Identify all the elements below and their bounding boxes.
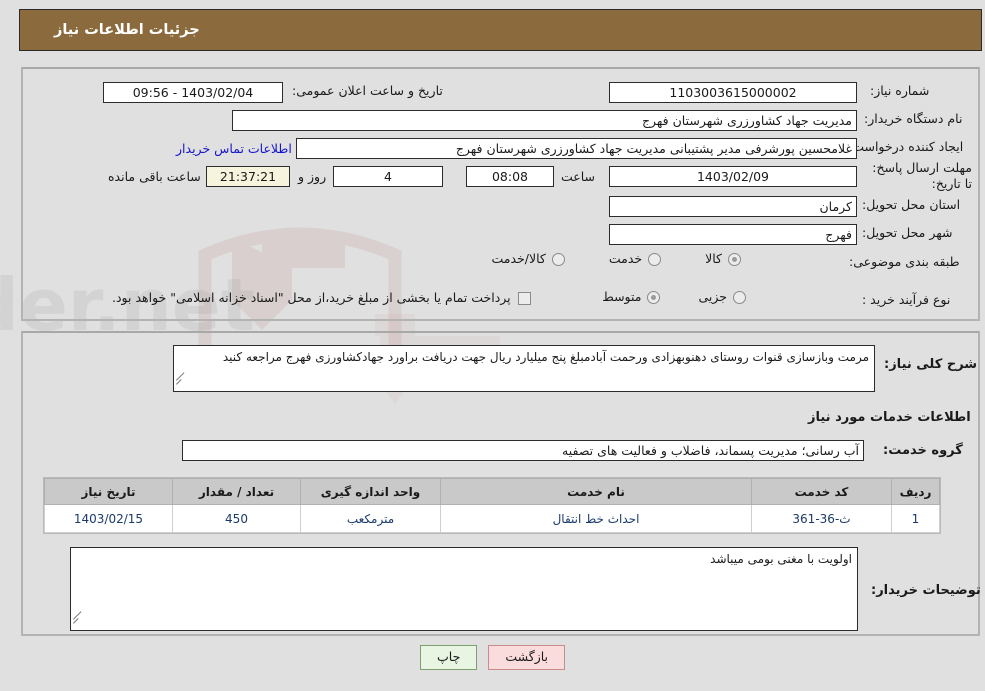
treasury-bonds-checkbox-row[interactable]: پرداخت تمام یا بخشی از مبلغ خرید،از محل … bbox=[112, 292, 531, 305]
process-option-jozei-label: جزیی bbox=[698, 289, 727, 305]
buyer-contact-link[interactable]: اطلاعات تماس خریدار bbox=[176, 141, 292, 156]
announce-label-row: تاریخ و ساعت اعلان عمومی: bbox=[292, 83, 443, 98]
buyer-org-value: مدیریت جهاد کشاورزری شهرستان فهرج bbox=[232, 110, 857, 131]
classification-option-kala-khedmat[interactable]: کالا/خدمت bbox=[491, 251, 565, 267]
service-group-value: آب رسانی؛ مدیریت پسماند، فاضلاب و فعالیت… bbox=[182, 440, 864, 461]
th-name: نام خدمت bbox=[440, 478, 752, 505]
creator-value: غلامحسین پورشرفی مدیر پشتیبانی مدیریت جه… bbox=[296, 138, 857, 159]
buyer-notes-textarea[interactable]: اولویت با مغنی بومی میباشد bbox=[70, 547, 858, 631]
treasury-bonds-label: پرداخت تمام یا بخشی از مبلغ خرید،از محل … bbox=[112, 290, 511, 306]
th-quantity: تعداد / مقدار bbox=[172, 478, 301, 505]
cell-name: احداث خط انتقال bbox=[440, 504, 752, 533]
radio-jozei[interactable] bbox=[733, 291, 746, 304]
announce-date-label: تاریخ و ساعت اعلان عمومی: bbox=[292, 83, 443, 98]
announce-date-value: 1403/02/04 - 09:56 bbox=[103, 82, 283, 103]
buyer-org-label-row: نام دستگاه خریدار: bbox=[864, 111, 962, 126]
cell-quantity: 450 bbox=[172, 504, 301, 533]
radio-motavaset[interactable] bbox=[647, 291, 661, 304]
radio-khedmat[interactable] bbox=[648, 253, 662, 266]
deadline-label: مهلت ارسال پاسخ: تا تاریخ: bbox=[872, 160, 972, 191]
resize-grip-icon bbox=[176, 372, 186, 390]
description-label: شرح کلی نیاز: bbox=[884, 357, 978, 372]
classification-option-kala-khedmat-label: کالا/خدمت bbox=[491, 251, 546, 267]
province-label-row: استان محل تحویل: bbox=[862, 197, 960, 212]
need-number-value: 1103003615000002 bbox=[609, 82, 857, 103]
table-header-row: ردیف کد خدمت نام خدمت واحد اندازه گیری ت… bbox=[44, 478, 940, 505]
need-info-panel bbox=[21, 67, 980, 321]
services-table: ردیف کد خدمت نام خدمت واحد اندازه گیری ت… bbox=[44, 478, 940, 533]
deadline-label-row: مهلت ارسال پاسخ: تا تاریخ: bbox=[862, 160, 972, 192]
th-need-date: تاریخ نیاز bbox=[44, 478, 173, 505]
description-label-row: شرح کلی نیاز: bbox=[884, 357, 977, 372]
radio-kala[interactable] bbox=[728, 253, 741, 266]
radio-kala-khedmat[interactable] bbox=[551, 253, 565, 266]
cell-code: ث-36-361 bbox=[751, 504, 892, 533]
city-label-row: شهر محل تحویل: bbox=[862, 225, 952, 240]
buyer-notes-label-row: توضیحات خریدار: bbox=[871, 583, 981, 598]
deadline-hour-label: ساعت bbox=[561, 169, 596, 184]
cell-unit: مترمکعب bbox=[300, 504, 441, 533]
classification-option-khedmat[interactable]: خدمت bbox=[608, 251, 662, 267]
page-root: AriaTender.net جزئیات اطلاعات نیاز شماره… bbox=[0, 0, 985, 691]
province-value: کرمان bbox=[609, 196, 857, 217]
remaining-time-value: 21:37:21 bbox=[206, 166, 290, 187]
process-option-jozei[interactable]: جزیی bbox=[698, 291, 746, 304]
classification-option-khedmat-label: خدمت bbox=[608, 251, 643, 267]
buyer-org-label: نام دستگاه خریدار: bbox=[864, 111, 963, 126]
th-unit: واحد اندازه گیری bbox=[300, 478, 441, 505]
creator-label: ایجاد کننده درخواست: bbox=[848, 139, 964, 154]
service-group-label: گروه خدمت: bbox=[883, 443, 963, 458]
need-number-label: شماره نیاز: bbox=[870, 83, 930, 98]
classification-label-row: طبقه بندی موضوعی: bbox=[849, 254, 960, 269]
creator-label-row: ایجاد کننده درخواست: bbox=[848, 139, 963, 154]
buyer-notes-label: توضیحات خریدار: bbox=[871, 583, 981, 598]
page-title: جزئیات اطلاعات نیاز bbox=[54, 22, 200, 38]
remaining-time-suffix: ساعت باقی مانده bbox=[108, 169, 201, 184]
classification-option-kala[interactable]: کالا bbox=[705, 253, 741, 266]
city-value: فهرج bbox=[609, 224, 857, 245]
remaining-days-value: 4 bbox=[333, 166, 443, 187]
services-table-wrapper: ردیف کد خدمت نام خدمت واحد اندازه گیری ت… bbox=[43, 477, 941, 534]
city-label: شهر محل تحویل: bbox=[862, 225, 953, 240]
th-code: کد خدمت bbox=[751, 478, 892, 505]
cell-radif: 1 bbox=[891, 504, 940, 533]
process-options: جزیی متوسط bbox=[602, 291, 746, 304]
back-button[interactable]: بازگشت bbox=[488, 645, 566, 670]
deadline-hour-value: 08:08 bbox=[466, 166, 554, 187]
resize-grip-icon-notes bbox=[73, 611, 83, 629]
deadline-date-value: 1403/02/09 bbox=[609, 166, 857, 187]
print-button[interactable]: چاپ bbox=[420, 645, 478, 670]
th-radif: ردیف bbox=[891, 478, 940, 505]
province-label: استان محل تحویل: bbox=[862, 197, 961, 212]
process-label: نوع فرآیند خرید : bbox=[862, 292, 951, 307]
service-group-label-row: گروه خدمت: bbox=[883, 443, 963, 458]
buyer-notes-value: اولویت با مغنی بومی میباشد bbox=[710, 552, 852, 566]
process-option-motavaset[interactable]: متوسط bbox=[602, 289, 661, 305]
cell-need-date: 1403/02/15 bbox=[44, 504, 173, 533]
classification-label: طبقه بندی موضوعی: bbox=[849, 254, 960, 269]
process-option-motavaset-label: متوسط bbox=[602, 289, 642, 305]
need-number-label-row: شماره نیاز: bbox=[870, 83, 929, 98]
classification-option-kala-label: کالا bbox=[705, 251, 722, 267]
services-section-heading: اطلاعات خدمات مورد نیاز bbox=[808, 410, 971, 425]
description-value: مرمت وبازسازی قنوات روستای دهنوبهزادی ور… bbox=[222, 350, 869, 364]
action-button-bar: بازگشت چاپ bbox=[0, 645, 985, 670]
classification-options: کالا خدمت کالا/خدمت bbox=[491, 251, 741, 267]
process-label-row: نوع فرآیند خرید : bbox=[862, 292, 950, 307]
window-title-bar: جزئیات اطلاعات نیاز bbox=[19, 9, 982, 51]
description-textarea[interactable]: مرمت وبازسازی قنوات روستای دهنوبهزادی ور… bbox=[173, 345, 875, 392]
remaining-days-label: روز و bbox=[298, 169, 327, 184]
treasury-bonds-checkbox[interactable] bbox=[517, 292, 531, 305]
table-row[interactable]: 1 ث-36-361 احداث خط انتقال مترمکعب 450 1… bbox=[44, 504, 940, 533]
